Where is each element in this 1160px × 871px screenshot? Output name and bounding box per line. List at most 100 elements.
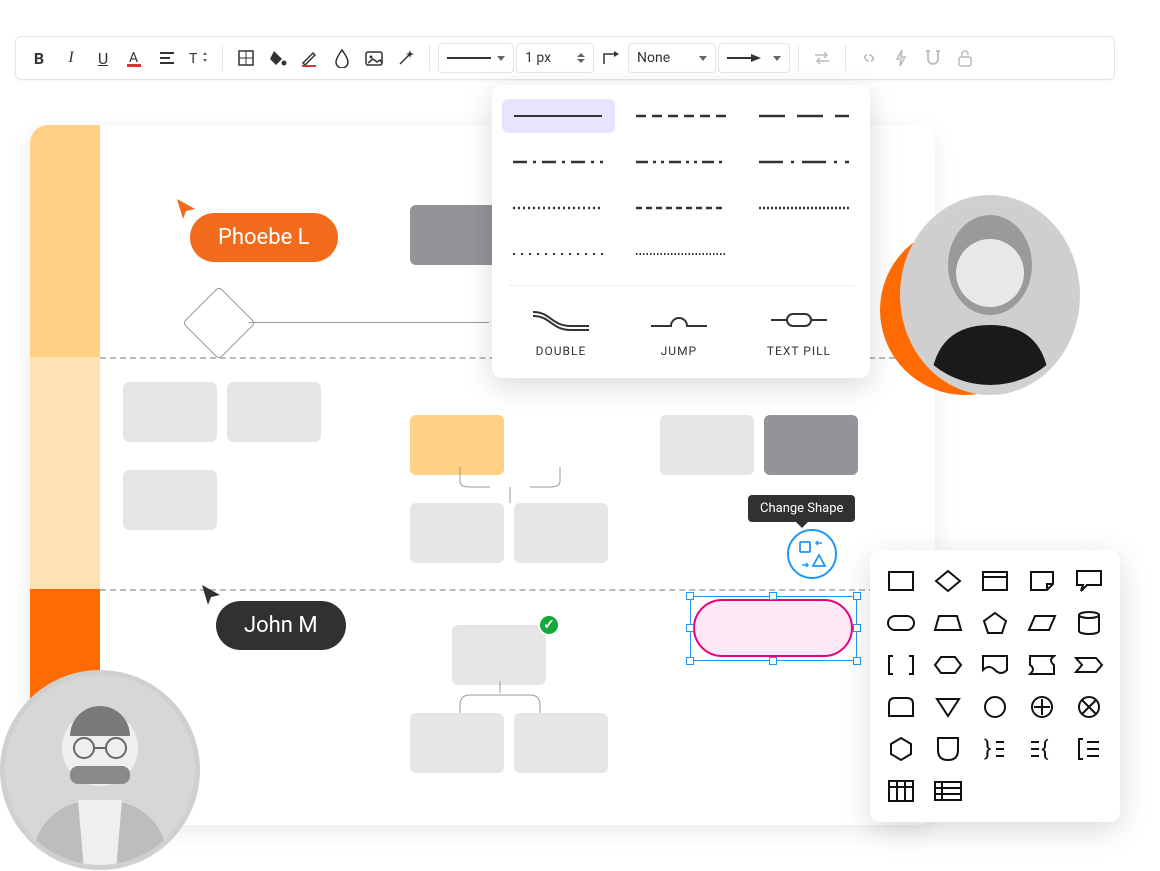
diagram-rect[interactable] <box>514 713 608 773</box>
shape-pentagon[interactable] <box>980 610 1010 636</box>
selection-handle[interactable] <box>853 624 861 632</box>
swimlane-header <box>30 125 100 357</box>
svg-text:A: A <box>129 50 138 66</box>
line-routing-button[interactable] <box>596 43 626 73</box>
line-mode-double[interactable]: DOUBLE <box>531 302 591 358</box>
stroke-color-button[interactable] <box>295 43 325 73</box>
action-button[interactable] <box>886 43 916 73</box>
change-shape-tooltip: Change Shape <box>748 495 855 522</box>
line-style-solid[interactable] <box>502 99 615 133</box>
shape-bracket-left[interactable] <box>1074 736 1104 762</box>
selection-handle[interactable] <box>686 592 694 600</box>
italic-button[interactable]: I <box>56 43 86 73</box>
connector[interactable] <box>249 322 489 323</box>
selection-handle[interactable] <box>686 657 694 665</box>
selected-shape[interactable] <box>693 599 853 657</box>
line-style-sparse-dot[interactable] <box>502 237 615 271</box>
opacity-button[interactable] <box>327 43 357 73</box>
line-style-micro-dot[interactable] <box>625 237 738 271</box>
shape-rectangle[interactable] <box>886 568 916 594</box>
shape-callout[interactable] <box>1074 568 1104 594</box>
shape-circle[interactable] <box>980 694 1010 720</box>
change-shape-button[interactable] <box>787 529 837 579</box>
line-style-fine-dot[interactable] <box>502 191 615 225</box>
lock-button[interactable] <box>950 43 980 73</box>
shape-table-rows[interactable] <box>933 778 963 804</box>
diagram-rect[interactable] <box>660 415 754 475</box>
bold-button[interactable]: B <box>24 43 54 73</box>
shape-shield[interactable] <box>933 736 963 762</box>
shape-circle-x[interactable] <box>1074 694 1104 720</box>
shape-hexagon[interactable] <box>933 652 963 678</box>
shape-pill[interactable] <box>886 610 916 636</box>
shape-bracket-box[interactable] <box>886 652 916 678</box>
shape-trapezoid[interactable] <box>933 610 963 636</box>
selection-handle[interactable] <box>853 592 861 600</box>
shape-hex-vert[interactable] <box>886 736 916 762</box>
caret-down-icon <box>773 56 781 61</box>
diagram-rect[interactable] <box>410 415 504 475</box>
align-button[interactable] <box>152 43 182 73</box>
diagram-rect[interactable] <box>410 713 504 773</box>
shape-parallelogram[interactable] <box>1027 610 1057 636</box>
diagram-diamond[interactable] <box>182 286 256 360</box>
line-style-dropdown[interactable] <box>438 43 514 73</box>
line-style-long-dash[interactable] <box>747 99 860 133</box>
selection-handle[interactable] <box>686 624 694 632</box>
shape-note[interactable] <box>1027 568 1057 594</box>
shape-step[interactable] <box>1074 652 1104 678</box>
text-color-button[interactable]: A <box>120 43 150 73</box>
line-mode-label: DOUBLE <box>531 344 591 358</box>
shape-flag[interactable] <box>1027 652 1057 678</box>
connector <box>430 467 590 507</box>
start-endpoint-dropdown[interactable]: None <box>628 43 716 73</box>
underline-button[interactable]: U <box>88 43 118 73</box>
stroke-width-stepper[interactable]: 1 px <box>516 43 594 73</box>
shape-table-cols[interactable] <box>886 778 916 804</box>
selection-handle[interactable] <box>853 657 861 665</box>
toolbar-separator <box>798 45 799 71</box>
lane-divider <box>100 589 935 591</box>
text-size-button[interactable]: T <box>184 43 214 73</box>
diagram-rect[interactable] <box>410 503 504 563</box>
snap-button[interactable] <box>918 43 948 73</box>
line-style-dash-dot-dot[interactable] <box>625 145 738 179</box>
line-mode-textpill[interactable]: TEXT PILL <box>767 302 831 358</box>
diagram-rect[interactable] <box>410 205 504 265</box>
diagram-rect[interactable] <box>764 415 858 475</box>
shape-triangle-down[interactable] <box>933 694 963 720</box>
line-style-short-dash[interactable] <box>625 191 738 225</box>
selection-handle[interactable] <box>769 592 777 600</box>
link-button[interactable] <box>854 43 884 73</box>
stepper-arrows-icon <box>577 53 585 63</box>
image-button[interactable] <box>359 43 389 73</box>
diagram-rect[interactable] <box>452 625 546 685</box>
shape-card[interactable] <box>980 568 1010 594</box>
shape-cylinder[interactable] <box>1074 610 1104 636</box>
popover-separator <box>508 285 854 286</box>
line-mode-jump[interactable]: JUMP <box>649 302 709 358</box>
shape-diamond[interactable] <box>933 568 963 594</box>
swap-button[interactable] <box>807 43 837 73</box>
line-style-dashed[interactable] <box>625 99 738 133</box>
line-style-dash-dot[interactable] <box>502 145 615 179</box>
borders-button[interactable] <box>231 43 261 73</box>
diagram-rect[interactable] <box>123 470 217 530</box>
selection-handle[interactable] <box>769 657 777 665</box>
shape-brace-left[interactable]: { <box>1027 736 1057 762</box>
collaborator-cursor-phoebe: Phoebe L <box>190 213 338 262</box>
line-style-long-dash-dot[interactable] <box>747 145 860 179</box>
fill-color-button[interactable] <box>263 43 293 73</box>
shape-brace-right[interactable]: } <box>980 736 1010 762</box>
shape-circle-plus[interactable] <box>1027 694 1057 720</box>
magic-button[interactable] <box>391 43 421 73</box>
diagram-rect[interactable] <box>227 382 321 442</box>
shape-document[interactable] <box>980 652 1010 678</box>
diagram-rect[interactable] <box>514 503 608 563</box>
diagram-rect[interactable] <box>123 382 217 442</box>
line-style-tight-dot[interactable] <box>747 191 860 225</box>
line-style-empty[interactable] <box>747 237 860 271</box>
svg-text:T: T <box>189 51 198 67</box>
end-endpoint-dropdown[interactable] <box>718 43 790 73</box>
shape-tab[interactable] <box>886 694 916 720</box>
